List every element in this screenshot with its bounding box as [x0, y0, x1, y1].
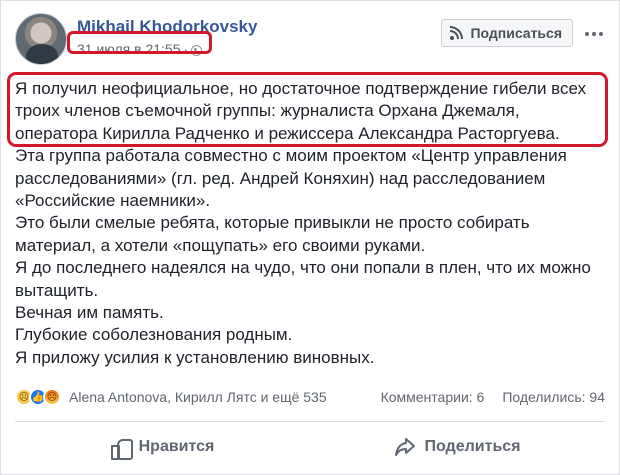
reaction-icons[interactable]: ☹ 👍 ☹ — [15, 388, 61, 406]
post-line: Я до последнего надеялся на чудо, что он… — [15, 258, 591, 278]
text-highlight-annotation — [7, 72, 608, 147]
date-highlight-annotation — [67, 31, 212, 54]
post-line: вытащить. — [15, 280, 99, 300]
subscribe-label: Подписаться — [470, 25, 562, 41]
angry-reaction-icon: ☹ — [43, 388, 61, 406]
reaction-stats: Комментарии: 6 Поделились: 94 — [381, 389, 605, 405]
divider — [15, 421, 605, 422]
shares-count[interactable]: Поделились: 94 — [502, 389, 605, 405]
avatar[interactable] — [15, 13, 67, 65]
post-actions: Нравится Поделиться — [15, 427, 605, 467]
post-line: Эта группа работала совместно с моим про… — [15, 146, 567, 166]
post-line: материал, а хотели «пощупать» его своими… — [15, 235, 426, 255]
like-label: Нравится — [138, 438, 215, 455]
subscribe-button[interactable]: Подписаться — [441, 19, 573, 47]
post-line: Я приложу усилия к установлению виновных… — [15, 347, 375, 367]
post-card: Mikhail Khodorkovsky 31 июля в 21:55 · П… — [0, 0, 620, 475]
share-label: Поделиться — [424, 438, 521, 455]
comments-count[interactable]: Комментарии: 6 — [381, 389, 485, 405]
post-line: Вечная им память. — [15, 303, 164, 323]
post-line: Это были смелые ребята, которые привыкли… — [15, 213, 530, 233]
post-line: «Российские наемники». — [15, 191, 211, 211]
post-line: расследованиями» (гл. ред. Андрей Коняхи… — [15, 168, 546, 188]
like-button[interactable]: Нравится — [15, 427, 310, 467]
post-line: Глубокие соболезнования родным. — [15, 325, 293, 345]
reaction-names[interactable]: Alena Antonova, Кирилл Лятс и ещё 535 — [69, 389, 327, 405]
reactions-bar: ☹ 👍 ☹ Alena Antonova, Кирилл Лятс и ещё … — [15, 387, 605, 407]
share-button[interactable]: Поделиться — [310, 427, 605, 467]
rss-icon — [450, 26, 464, 40]
share-arrow-icon — [394, 437, 416, 457]
more-options-icon[interactable] — [583, 23, 605, 45]
thumbs-up-icon — [110, 437, 133, 460]
